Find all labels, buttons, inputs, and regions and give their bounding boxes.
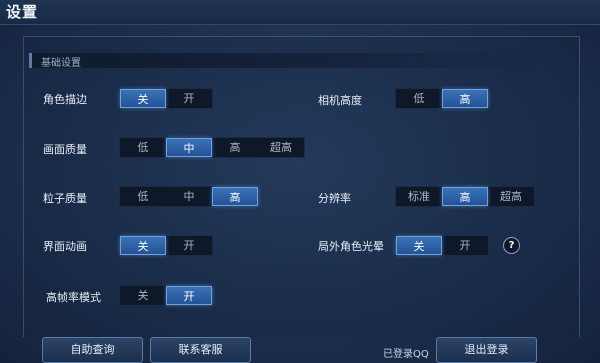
camera-height-toggle: 低 高	[395, 88, 489, 109]
high-fps-toggle: 关 开	[119, 285, 213, 306]
character-outline-option-off[interactable]: 关	[120, 89, 166, 108]
login-status: 已登录QQ	[383, 349, 429, 360]
camera-height-option-high[interactable]: 高	[442, 89, 488, 108]
image-quality-selector: 低 中 高 超高	[119, 137, 305, 158]
camera-height-option-low[interactable]: 低	[396, 89, 442, 108]
particle-quality-label: 粒子质量	[43, 192, 87, 205]
resolution-option-ultra[interactable]: 超高	[488, 187, 534, 206]
particle-quality-selector: 低 中 高	[119, 186, 259, 207]
resolution-selector: 标准 高 超高	[395, 186, 535, 207]
image-quality-option-high[interactable]: 高	[212, 138, 258, 157]
outside-glow-option-off[interactable]: 关	[396, 236, 442, 255]
particle-quality-option-high[interactable]: 高	[212, 187, 258, 206]
image-quality-option-low[interactable]: 低	[120, 138, 166, 157]
help-icon[interactable]: ?	[503, 237, 520, 254]
outside-glow-toggle: 关 开	[395, 235, 489, 256]
logout-button[interactable]: 退出登录	[436, 337, 537, 363]
page-title: 设置	[6, 3, 39, 21]
character-outline-toggle: 关 开	[119, 88, 213, 109]
high-fps-option-off[interactable]: 关	[120, 286, 166, 305]
image-quality-label: 画面质量	[43, 143, 87, 156]
high-fps-option-on[interactable]: 开	[166, 286, 212, 305]
self-help-button[interactable]: 自助查询	[42, 337, 143, 363]
section-title: 基础设置	[41, 58, 81, 69]
image-quality-option-medium[interactable]: 中	[166, 138, 212, 157]
character-outline-label: 角色描边	[43, 93, 87, 106]
section-accent-bar	[29, 53, 32, 68]
ui-animation-toggle: 关 开	[119, 235, 213, 256]
particle-quality-option-medium[interactable]: 中	[166, 187, 212, 206]
outside-glow-option-on[interactable]: 开	[442, 236, 488, 255]
camera-height-label: 相机高度	[318, 94, 362, 107]
resolution-label: 分辨率	[318, 192, 351, 205]
resolution-option-standard[interactable]: 标准	[396, 187, 442, 206]
ui-animation-option-off[interactable]: 关	[120, 236, 166, 255]
outside-glow-label: 局外角色光晕	[318, 240, 384, 253]
high-fps-label: 高帧率模式	[46, 291, 101, 304]
particle-quality-option-low[interactable]: 低	[120, 187, 166, 206]
resolution-option-high[interactable]: 高	[442, 187, 488, 206]
character-outline-option-on[interactable]: 开	[166, 89, 212, 108]
ui-animation-option-on[interactable]: 开	[166, 236, 212, 255]
ui-animation-label: 界面动画	[43, 240, 87, 253]
image-quality-option-ultra[interactable]: 超高	[258, 138, 304, 157]
contact-support-button[interactable]: 联系客服	[150, 337, 251, 363]
section-header: 基础设置	[29, 53, 549, 69]
title-bar: 设置	[0, 0, 600, 25]
